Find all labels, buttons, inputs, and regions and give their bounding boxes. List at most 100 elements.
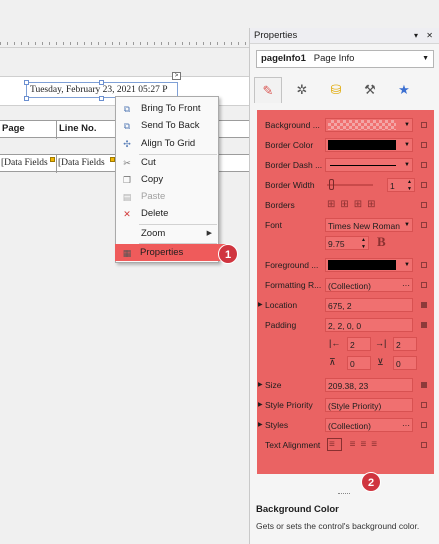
prop-value-border-width[interactable]: 1 ▲ ▼: [387, 178, 415, 192]
object-selector[interactable]: pageInfo1 Page Info ▼: [256, 50, 434, 68]
panel-window-buttons[interactable]: ▾ ✕: [414, 28, 436, 44]
prop-label-borders: Borders: [265, 200, 295, 210]
resize-handle-top[interactable]: [99, 80, 104, 85]
field-tag-icon: [50, 157, 55, 162]
prop-value-font-family[interactable]: Times New Roman ▼: [325, 218, 413, 232]
align-left-icon[interactable]: ≡: [327, 438, 342, 451]
menu-item-bring-to-front[interactable]: ⧉ Bring To Front: [116, 100, 218, 117]
prop-value-padding-left[interactable]: 2: [347, 337, 371, 351]
brush-icon[interactable]: ✎: [254, 77, 282, 103]
chevron-down-icon[interactable]: ▼: [404, 119, 410, 131]
chevron-down-icon[interactable]: ▼: [404, 259, 410, 271]
ellipsis-icon[interactable]: ···: [402, 419, 410, 431]
menu-item-copy[interactable]: ❐ Copy: [116, 171, 218, 188]
report-designer-surface[interactable]: Tuesday, February 23, 2021 05:27 P > Pag…: [0, 0, 249, 544]
description-splitter[interactable]: [338, 493, 350, 495]
bold-toggle-button[interactable]: B: [377, 234, 386, 250]
chevron-down-icon[interactable]: ▼: [404, 159, 410, 171]
resize-handle-top-left[interactable]: [24, 80, 29, 85]
property-grid: Background ... ▼ Border Color ▼ Border D…: [257, 110, 434, 474]
menu-item-zoom[interactable]: Zoom ▶: [116, 225, 218, 242]
smart-tag-button[interactable]: >: [172, 72, 181, 80]
padding-right-icon: →|: [375, 338, 387, 348]
header-cell-page[interactable]: Page: [0, 121, 57, 139]
menu-item-align-to-grid[interactable]: ✣ Align To Grid: [116, 135, 218, 152]
border-toggle-buttons[interactable]: ⊞⊞⊞⊞: [327, 198, 415, 212]
delete-icon: ✕: [123, 209, 131, 219]
expand-arrow-icon[interactable]: ▶: [258, 298, 263, 312]
expand-arrow-icon[interactable]: ▶: [258, 398, 263, 412]
prop-value-font-size[interactable]: 9.75 ▲ ▼: [325, 236, 369, 250]
prop-reset-marker: [421, 282, 427, 288]
prop-value-padding[interactable]: 2, 2, 0, 0: [325, 318, 413, 332]
prop-reset-marker: [421, 442, 427, 448]
prop-reset-marker: [421, 182, 427, 188]
callout-badge-1: 1: [218, 244, 238, 264]
database-icon[interactable]: ⛁: [322, 77, 350, 103]
padding-top-icon: ⊼: [329, 357, 336, 367]
prop-label-padding: Padding: [265, 320, 297, 330]
properties-title: Properties: [254, 30, 298, 41]
prop-label-style-priority: Style Priority: [265, 400, 313, 410]
star-icon[interactable]: ★: [390, 77, 418, 103]
prop-label-border-color: Border Color: [265, 140, 314, 150]
detail-cell-data-fields-2[interactable]: [Data Fields: [57, 155, 117, 173]
prop-label-formatting-rules: Formatting R...: [265, 280, 322, 290]
prop-value-border-color[interactable]: ▼: [325, 138, 413, 152]
prop-reset-marker: [421, 222, 427, 228]
prop-reset-marker: [421, 422, 427, 428]
description-text: Gets or sets the control's background co…: [256, 521, 420, 531]
resize-handle-bottom[interactable]: [99, 96, 104, 101]
gear-icon[interactable]: ✲: [288, 77, 316, 103]
prop-value-styles[interactable]: (Collection) ···: [325, 418, 413, 432]
expand-arrow-icon[interactable]: ▶: [258, 378, 263, 392]
prop-value-formatting-rules[interactable]: (Collection) ···: [325, 278, 413, 292]
properties-icon: ▦: [122, 248, 132, 258]
menu-item-delete[interactable]: ✕ Delete: [116, 205, 218, 222]
chevron-down-icon[interactable]: ▼: [404, 219, 410, 231]
property-description: Background Color Gets or sets the contro…: [250, 498, 439, 544]
prop-reset-marker: [421, 402, 427, 408]
prop-label-location: Location: [265, 300, 298, 310]
transparent-swatch: [328, 120, 396, 130]
bring-to-front-icon: ⧉: [123, 104, 131, 114]
prop-value-padding-bottom[interactable]: 0: [393, 356, 417, 370]
prop-reset-marker: [421, 162, 427, 168]
slider-thumb[interactable]: [329, 179, 334, 190]
prop-label-border-width: Border Width: [265, 180, 315, 190]
header-cell-line-no[interactable]: Line No.: [57, 121, 117, 139]
properties-panel: Properties ▾ ✕ pageInfo1 Page Info ▼ ✎ ✲…: [249, 28, 439, 544]
padding-left-icon: |←: [329, 338, 341, 348]
prop-modified-marker: [421, 302, 427, 308]
menu-item-cut[interactable]: ✂ Cut: [116, 154, 218, 171]
prop-value-background[interactable]: ▼: [325, 118, 413, 132]
wrench-icon[interactable]: ⚒: [356, 77, 384, 103]
properties-title-bar: Properties ▾ ✕: [250, 28, 439, 44]
color-swatch-black: [328, 140, 396, 150]
prop-value-location[interactable]: 675, 2: [325, 298, 413, 312]
menu-item-send-to-back[interactable]: ⧉ Send To Back: [116, 117, 218, 134]
paste-icon: ▤: [122, 192, 132, 202]
description-title: Background Color: [256, 504, 339, 515]
spinner-icon[interactable]: ▲ ▼: [361, 237, 366, 249]
prop-value-border-dash[interactable]: ▼: [325, 158, 413, 172]
prop-value-foreground[interactable]: ▼: [325, 258, 413, 272]
text-alignment-buttons[interactable]: ≡ ≡≡≡: [327, 437, 415, 452]
object-name: pageInfo1: [261, 53, 306, 64]
detail-cell-data-fields-1[interactable]: [Data Fields: [0, 155, 57, 173]
prop-value-style-priority[interactable]: (Style Priority): [325, 398, 413, 412]
menu-item-properties[interactable]: ▦ Properties: [115, 244, 226, 261]
object-type: Page Info: [313, 53, 355, 64]
expand-arrow-icon[interactable]: ▶: [258, 418, 263, 432]
submenu-arrow-icon: ▶: [206, 230, 212, 237]
resize-handle-bottom-left[interactable]: [24, 96, 29, 101]
prop-label-size: Size: [265, 380, 282, 390]
prop-value-padding-right[interactable]: 2: [393, 337, 417, 351]
chevron-down-icon[interactable]: ▼: [404, 139, 410, 151]
spinner-icon[interactable]: ▲ ▼: [407, 179, 412, 191]
prop-value-padding-top[interactable]: 0: [347, 356, 371, 370]
prop-modified-marker: [421, 382, 427, 388]
prop-value-size[interactable]: 209.38, 23: [325, 378, 413, 392]
properties-tabs: ✎ ✲ ⛁ ⚒ ★: [254, 77, 436, 103]
ellipsis-icon[interactable]: ···: [402, 279, 410, 291]
